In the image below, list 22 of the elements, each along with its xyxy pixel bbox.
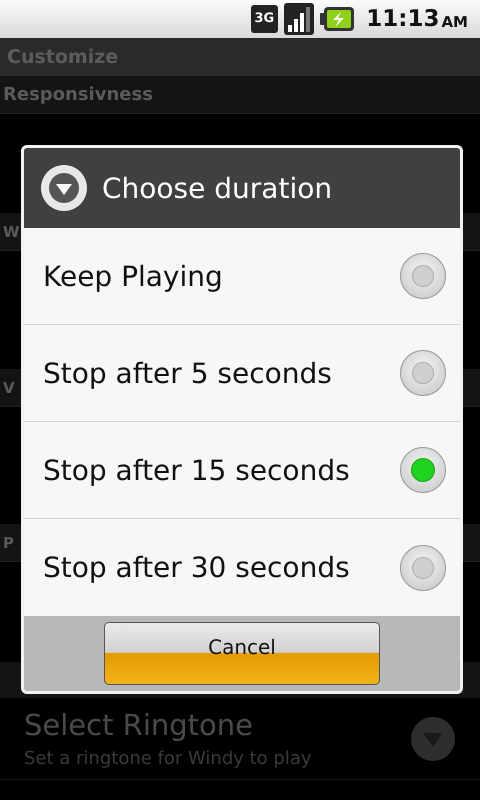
dropdown-icon — [40, 164, 88, 212]
option-row[interactable]: Stop after 30 seconds — [24, 519, 460, 616]
category-title: Responsivness — [3, 84, 153, 105]
dialog-title: Choose duration — [102, 172, 332, 204]
category-title: V — [3, 378, 15, 396]
signal-icon — [284, 3, 314, 35]
clock-meridiem: AM — [441, 13, 468, 31]
option-row[interactable]: Stop after 15 seconds — [24, 422, 460, 519]
cancel-button[interactable]: Cancel — [104, 622, 380, 685]
network-icon: 3G — [250, 5, 278, 33]
radio-button[interactable] — [400, 544, 446, 590]
battery-icon — [320, 7, 354, 31]
clock-time: 11:13 — [366, 6, 440, 32]
radio-button[interactable] — [400, 253, 446, 299]
preference-summary: Set a ringtone for Windy to play — [24, 748, 312, 769]
radio-button[interactable] — [400, 447, 446, 493]
category-title: W — [3, 222, 20, 240]
option-row[interactable]: Keep Playing — [24, 228, 460, 325]
category-title: P — [3, 534, 14, 552]
option-row[interactable]: Stop after 5 seconds — [24, 325, 460, 422]
radio-button[interactable] — [400, 350, 446, 396]
dropdown-icon[interactable] — [410, 716, 456, 762]
